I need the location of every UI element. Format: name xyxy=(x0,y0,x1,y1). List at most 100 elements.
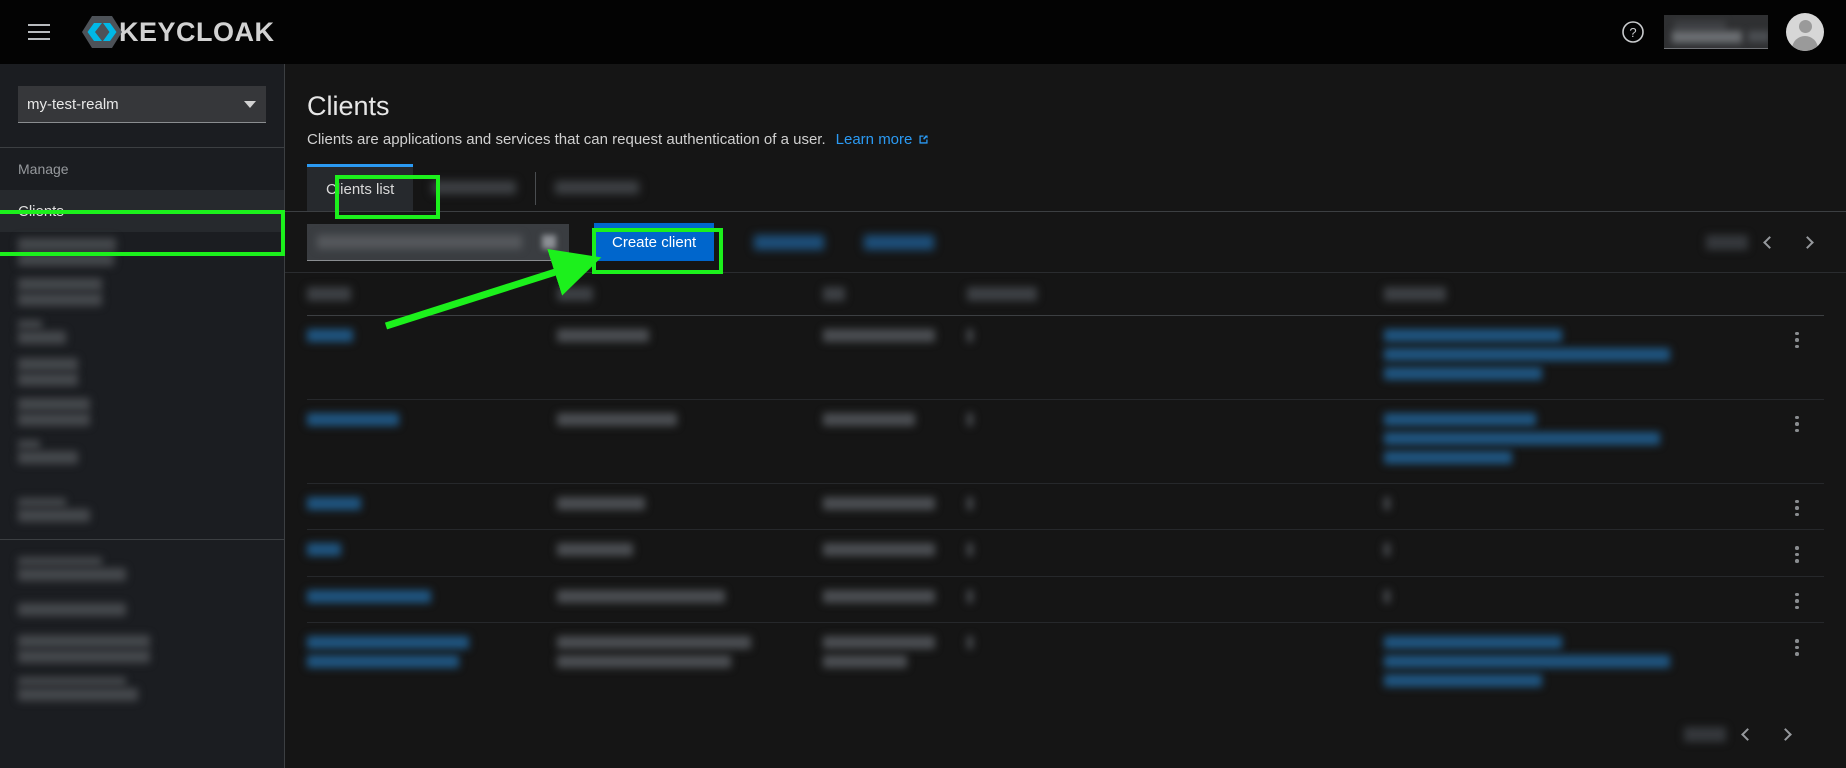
sidebar-item-redacted[interactable] xyxy=(0,232,284,272)
sidebar-item-redacted[interactable] xyxy=(0,490,284,530)
tab-clients-list[interactable]: Clients list xyxy=(307,164,414,212)
table-row[interactable] xyxy=(307,622,1824,700)
search-icon[interactable] xyxy=(542,234,556,249)
cell-redacted xyxy=(966,529,1385,577)
sidebar-divider xyxy=(0,539,284,540)
cell-client-id[interactable] xyxy=(307,399,558,484)
help-circle-icon[interactable]: ? xyxy=(1620,19,1646,45)
sidebar-item-redacted[interactable] xyxy=(0,312,284,352)
learn-more-link[interactable]: Learn more xyxy=(836,131,931,148)
sidebar-item-clients[interactable]: Clients xyxy=(0,190,284,232)
page-title: Clients xyxy=(307,91,390,121)
hamburger-bar xyxy=(28,24,50,26)
sidebar-item-redacted[interactable] xyxy=(0,589,284,629)
search-input[interactable] xyxy=(307,223,569,261)
cell-redacted xyxy=(822,399,967,484)
sidebar-item-redacted[interactable] xyxy=(0,669,284,709)
cell-redacted xyxy=(966,399,1385,484)
toolbar-link-redacted[interactable] xyxy=(864,234,935,250)
cell-client-id[interactable] xyxy=(307,315,558,400)
tab-redacted[interactable] xyxy=(536,164,658,211)
cell-redacted xyxy=(557,622,823,700)
pagination-prev-button[interactable] xyxy=(1752,225,1786,259)
pagination-next-button[interactable] xyxy=(1768,717,1802,751)
table-row[interactable] xyxy=(307,529,1824,577)
keycloak-logo-icon xyxy=(82,12,122,52)
sidebar-item-redacted[interactable] xyxy=(0,272,284,312)
cell-redacted xyxy=(557,399,823,484)
chevron-right-icon xyxy=(1778,727,1792,741)
table-row[interactable] xyxy=(307,483,1824,531)
cell-redacted xyxy=(966,622,1385,700)
cell-actions[interactable] xyxy=(1778,315,1824,400)
sidebar-item-redacted[interactable] xyxy=(0,629,284,669)
tab-label: Clients list xyxy=(326,180,395,198)
cell-home-url[interactable] xyxy=(1384,315,1779,400)
column-header-redacted[interactable] xyxy=(966,273,1385,316)
cell-client-id[interactable] xyxy=(307,483,558,531)
column-header-redacted[interactable] xyxy=(307,273,558,316)
cell-client-id[interactable] xyxy=(307,529,558,577)
cell-actions[interactable] xyxy=(1778,399,1824,484)
cell-redacted xyxy=(822,315,967,400)
realm-selector[interactable]: my-test-realm xyxy=(18,86,266,123)
kebab-menu-icon[interactable] xyxy=(1778,636,1816,656)
cell-client-id[interactable] xyxy=(307,576,558,624)
top-pagination xyxy=(1706,225,1824,259)
table-row[interactable] xyxy=(307,399,1824,484)
cell-actions[interactable] xyxy=(1778,576,1824,624)
column-header-redacted[interactable] xyxy=(557,273,823,316)
kebab-menu-icon[interactable] xyxy=(1778,329,1816,349)
column-header-redacted[interactable] xyxy=(822,273,967,316)
page-body: my-test-realm Manage Clients Clients Cli… xyxy=(0,64,1846,768)
cell-home-url[interactable] xyxy=(1384,622,1779,700)
hamburger-icon[interactable] xyxy=(18,11,60,53)
pagination-prev-button[interactable] xyxy=(1730,717,1764,751)
user-menu-button[interactable] xyxy=(1664,15,1768,49)
chevron-left-icon xyxy=(1740,727,1754,741)
brand-name: KEYCLOAK xyxy=(119,16,275,47)
page-description: Clients are applications and services th… xyxy=(307,131,1846,148)
column-header-redacted[interactable] xyxy=(1384,273,1779,316)
cell-redacted xyxy=(557,315,823,400)
cell-home-url[interactable] xyxy=(1384,576,1779,624)
user-avatar-icon[interactable] xyxy=(1786,13,1824,51)
keycloak-admin-console: KEYCLOAK ? my-test-realm Manage Clients … xyxy=(0,0,1846,768)
kebab-menu-icon[interactable] xyxy=(1778,497,1816,517)
chevron-right-icon xyxy=(1800,235,1814,249)
brand-logo[interactable]: KEYCLOAK xyxy=(82,12,275,52)
create-client-button[interactable]: Create client xyxy=(594,223,715,262)
cell-actions[interactable] xyxy=(1778,483,1824,531)
table-row[interactable] xyxy=(307,576,1824,624)
table-toolbar: Create client xyxy=(285,212,1846,274)
sidebar-item-redacted[interactable] xyxy=(0,549,284,589)
cell-home-url[interactable] xyxy=(1384,529,1779,577)
masthead-actions: ? xyxy=(1620,13,1824,51)
cell-redacted xyxy=(822,529,967,577)
cell-home-url[interactable] xyxy=(1384,399,1779,484)
cell-redacted xyxy=(822,483,967,531)
sidebar-section-manage: Manage xyxy=(18,161,69,177)
tab-redacted[interactable] xyxy=(413,164,535,211)
kebab-menu-icon[interactable] xyxy=(1778,543,1816,563)
table-header-row xyxy=(307,273,1824,316)
sidebar-item-redacted[interactable] xyxy=(0,352,284,392)
cell-actions[interactable] xyxy=(1778,529,1824,577)
column-header-actions xyxy=(1778,273,1824,316)
cell-client-id[interactable] xyxy=(307,622,558,700)
sidebar-item-redacted[interactable] xyxy=(0,392,284,432)
tab-label-redacted xyxy=(432,181,517,195)
sidebar-item-redacted[interactable] xyxy=(0,432,284,472)
kebab-menu-icon[interactable] xyxy=(1778,590,1816,610)
pagination-next-button[interactable] xyxy=(1790,225,1824,259)
pagination-counter-redacted xyxy=(1684,726,1726,742)
hamburger-bar xyxy=(28,31,50,33)
cell-actions[interactable] xyxy=(1778,622,1824,700)
sidebar-item-label: Clients xyxy=(18,202,64,220)
table-row[interactable] xyxy=(307,315,1824,400)
toolbar-link-redacted[interactable] xyxy=(754,234,825,250)
chevron-down-icon xyxy=(244,100,256,108)
kebab-menu-icon[interactable] xyxy=(1778,413,1816,433)
cell-home-url[interactable] xyxy=(1384,483,1779,531)
